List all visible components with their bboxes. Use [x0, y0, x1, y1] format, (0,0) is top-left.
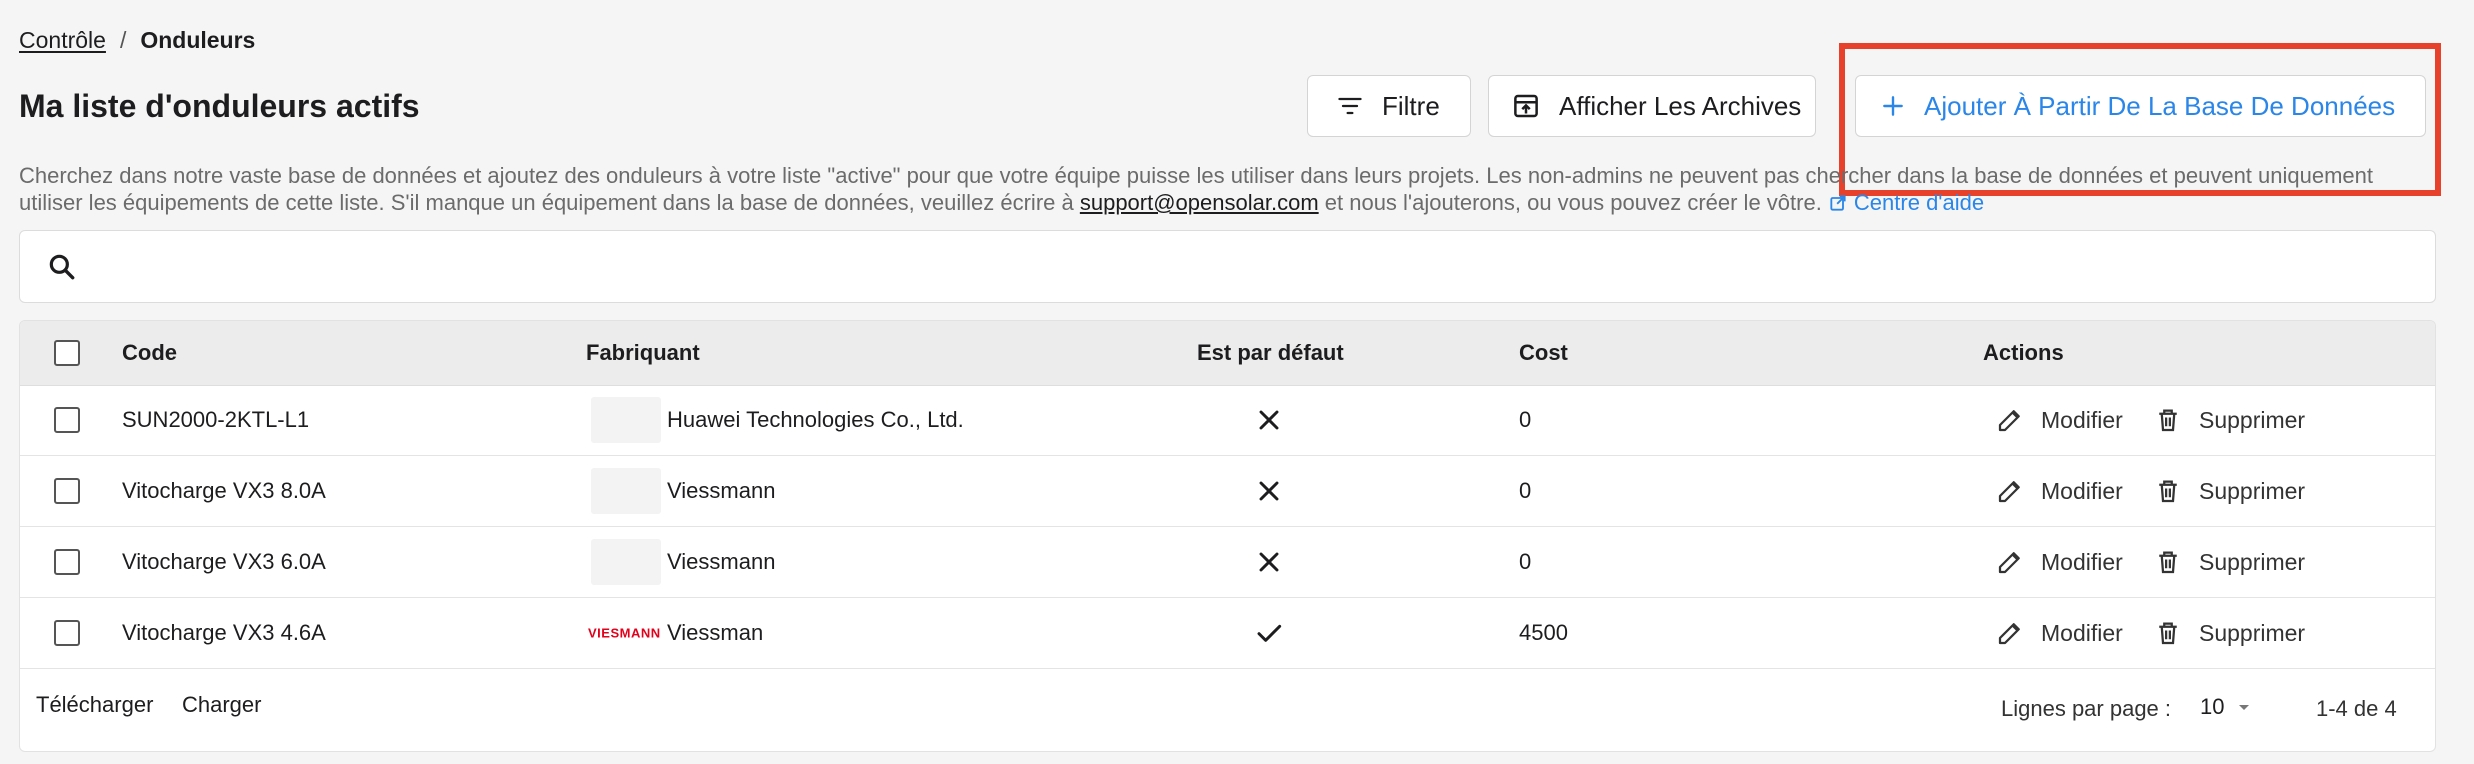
- inverters-table: Code Fabriquant Est par défaut Cost Acti…: [19, 320, 2436, 752]
- check-icon: [1257, 624, 1282, 642]
- viessmann-logo: VIESMANN: [588, 625, 661, 641]
- edit-button[interactable]: Modifier: [1995, 405, 2123, 435]
- search-icon: [49, 254, 75, 280]
- edit-button[interactable]: Modifier: [1995, 618, 2123, 648]
- show-archives-button[interactable]: Afficher Les Archives: [1488, 75, 1816, 137]
- page-description: Cherchez dans notre vaste base de donnée…: [19, 162, 2439, 216]
- manufacturer-logo: [591, 397, 661, 443]
- trash-icon: [2159, 551, 2177, 574]
- trash-icon: [2159, 622, 2177, 645]
- support-email-link[interactable]: support@opensolar.com: [1080, 190, 1319, 215]
- pencil-icon: [1998, 552, 2020, 574]
- delete-button-label: Supprimer: [2199, 477, 2306, 504]
- help-center-link[interactable]: Centre d'aide: [1828, 190, 1984, 215]
- column-header-cost[interactable]: Cost: [1519, 340, 1568, 366]
- table-row: Vitocharge VX3 4.6A VIESMANN Viessman 45…: [20, 598, 2435, 669]
- row-manufacturer: Viessmann: [667, 478, 776, 503]
- row-code: Vitocharge VX3 6.0A: [122, 549, 326, 574]
- table-row: SUN2000-2KTL-L1 Huawei Technologies Co.,…: [20, 385, 2435, 456]
- search-input[interactable]: [98, 243, 2402, 291]
- column-header-default[interactable]: Est par défaut: [1197, 340, 1344, 366]
- rows-per-page-select[interactable]: 10: [2200, 694, 2256, 720]
- breadcrumb: Contrôle / Onduleurs: [19, 27, 255, 54]
- trash-icon: [2159, 480, 2177, 503]
- table-row: Vitocharge VX3 6.0A Viessmann 0 Modifier…: [20, 527, 2435, 598]
- edit-button[interactable]: Modifier: [1995, 547, 2123, 577]
- row-manufacturer: Viessman: [667, 620, 764, 645]
- external-link-icon: [1830, 195, 1846, 211]
- row-manufacturer: Huawei Technologies Co., Ltd.: [667, 407, 964, 432]
- add-from-database-button[interactable]: Ajouter À Partir De La Base De Données: [1855, 75, 2426, 137]
- delete-button-label: Supprimer: [2199, 619, 2306, 646]
- row-checkbox[interactable]: [54, 549, 80, 575]
- rows-per-page-label: Lignes par page :: [2001, 696, 2172, 721]
- row-checkbox[interactable]: [54, 407, 80, 433]
- table-header-row: Code Fabriquant Est par défaut Cost Acti…: [20, 321, 2435, 386]
- row-cost: 0: [1519, 407, 1532, 432]
- filter-button[interactable]: Filtre: [1307, 75, 1471, 137]
- rows-per-page-value: 10: [2200, 694, 2225, 719]
- plus-icon: [1883, 96, 1903, 116]
- row-cost: 0: [1519, 549, 1532, 574]
- manufacturer-logo: [591, 539, 661, 585]
- select-all-checkbox[interactable]: [54, 340, 80, 366]
- breadcrumb-separator: /: [119, 27, 127, 53]
- download-link[interactable]: Télécharger: [36, 692, 153, 718]
- delete-button[interactable]: Supprimer: [2153, 547, 2305, 577]
- add-from-database-button-label: Ajouter À Partir De La Base De Données: [1924, 90, 2396, 121]
- delete-button[interactable]: Supprimer: [2153, 618, 2305, 648]
- edit-button[interactable]: Modifier: [1995, 476, 2123, 506]
- row-checkbox[interactable]: [54, 478, 80, 504]
- show-archives-button-label: Afficher Les Archives: [1559, 90, 1802, 121]
- row-cost: 4500: [1519, 620, 1568, 645]
- breadcrumb-current: Onduleurs: [140, 27, 256, 53]
- close-icon: [1259, 481, 1279, 501]
- filter-button-label: Filtre: [1382, 90, 1440, 121]
- edit-button-label: Modifier: [2041, 477, 2123, 504]
- help-center-link-label: Centre d'aide: [1853, 190, 1985, 215]
- edit-button-label: Modifier: [2041, 548, 2123, 575]
- row-cost: 0: [1519, 478, 1532, 503]
- search-bar: [19, 230, 2436, 303]
- column-header-actions: Actions: [1983, 340, 2064, 365]
- column-header-manufacturer[interactable]: Fabriquant: [586, 340, 700, 366]
- pagination-info: 1-4 de 4: [2316, 696, 2397, 721]
- page-title: Ma liste d'onduleurs actifs: [19, 88, 420, 124]
- delete-button[interactable]: Supprimer: [2153, 405, 2305, 435]
- archive-icon: [1514, 94, 1538, 118]
- pencil-icon: [1998, 481, 2020, 503]
- filter-icon: [1338, 97, 1362, 115]
- row-manufacturer: Viessmann: [667, 549, 776, 574]
- row-checkbox[interactable]: [54, 620, 80, 646]
- manufacturer-logo: [591, 468, 661, 514]
- row-code: SUN2000-2KTL-L1: [122, 407, 310, 432]
- pencil-icon: [1998, 410, 2020, 432]
- trash-icon: [2159, 409, 2177, 432]
- table-row: Vitocharge VX3 8.0A Viessmann 0 Modifier…: [20, 456, 2435, 527]
- close-icon: [1259, 552, 1279, 572]
- delete-button-label: Supprimer: [2199, 548, 2306, 575]
- row-code: Vitocharge VX3 8.0A: [122, 478, 326, 503]
- row-code: Vitocharge VX3 4.6A: [122, 620, 326, 645]
- delete-button-label: Supprimer: [2199, 406, 2306, 433]
- edit-button-label: Modifier: [2041, 406, 2123, 433]
- edit-button-label: Modifier: [2041, 619, 2123, 646]
- close-icon: [1259, 410, 1279, 430]
- caret-down-icon: [2239, 705, 2250, 710]
- description-text-after: et nous l'ajouterons, ou vous pouvez cré…: [1318, 190, 1828, 215]
- delete-button[interactable]: Supprimer: [2153, 476, 2305, 506]
- upload-link[interactable]: Charger: [182, 692, 261, 718]
- breadcrumb-link-controle[interactable]: Contrôle: [19, 27, 106, 54]
- column-header-code[interactable]: Code: [122, 340, 177, 366]
- pencil-icon: [1998, 623, 2020, 645]
